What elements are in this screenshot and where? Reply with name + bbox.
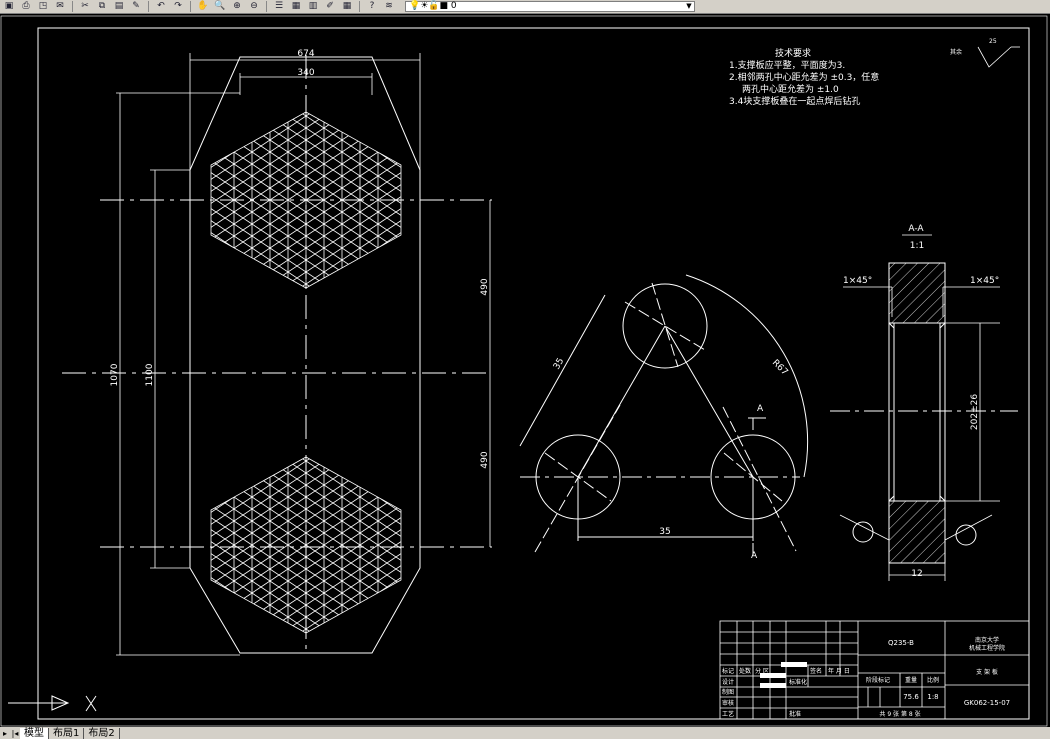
dim-height-outer: 1070 [110, 363, 120, 386]
tb-sheet: 共 9 张 第 8 张 [879, 710, 920, 718]
tb-school-2: 机械工程学院 [969, 644, 1005, 652]
tb-school-1: 南京大学 [975, 636, 999, 644]
tb-row-2: 制图 [722, 688, 734, 696]
zoom-realtime-icon[interactable]: 🔍 [213, 1, 227, 12]
tab-layout2[interactable]: 布局2 [84, 727, 120, 739]
toolbar-separator [190, 1, 191, 12]
tb-col-3: 签名 [810, 667, 822, 675]
properties-icon[interactable]: ☰ [272, 1, 286, 12]
zoom-window-icon[interactable]: ⊕ [230, 1, 244, 12]
toolbar-separator [72, 1, 73, 12]
help-icon[interactable]: ? [365, 1, 379, 12]
notes-line-1: 1.支撑板应平整，平面度为3. [729, 59, 845, 71]
tb-col-4: 年 月 日 [828, 667, 850, 675]
toolbar-separator [266, 1, 267, 12]
notes-line-2: 2.相邻两孔中心距允差为 ±0.3，任意 [729, 71, 879, 83]
tab-model[interactable]: 模型 [20, 727, 49, 739]
tb-row-4: 工艺 [722, 710, 734, 718]
notes-line-4: 3.4块支撑板叠在一起点焊后钻孔 [729, 95, 860, 107]
redo-icon[interactable]: ↷ [171, 1, 185, 12]
first-tab-icon[interactable]: ▸ [0, 729, 10, 738]
dim-width-outer: 674 [297, 49, 314, 59]
undo-icon[interactable]: ↶ [154, 1, 168, 12]
notes-line-3: 两孔中心距允差为 ±1.0 [742, 83, 839, 95]
preview-icon[interactable]: ◳ [36, 1, 50, 12]
dim-spacing-top: 490 [480, 278, 490, 295]
tb-row-3: 审核 [722, 699, 734, 707]
paste-icon[interactable]: ▤ [112, 1, 126, 12]
copy-icon[interactable]: ⧉ [95, 1, 109, 12]
dim-height-inner: 1100 [145, 363, 155, 386]
dim-spacing-bottom: 490 [480, 451, 490, 468]
notes-title: 技术要求 [775, 47, 811, 59]
drawing-canvas[interactable]: 674 340 1070 1100 490 490 35 35 R67 A A … [0, 15, 1050, 727]
markup-icon[interactable]: ✐ [323, 1, 337, 12]
tb-std-label: 标准化 [789, 678, 807, 686]
pan-icon[interactable]: ✋ [196, 1, 210, 12]
standard-toolbar: ▣ ⎙ ◳ ✉ ✂ ⧉ ▤ ✎ ↶ ↷ ✋ 🔍 ⊕ ⊖ ☰ ▦ ▥ ✐ ▦? ≋ 💡☀🔓■ 0 ▼ [0, 0, 1050, 14]
dim-tri-base: 35 [659, 527, 670, 537]
chamfer-left-label: 1×45° [843, 276, 872, 286]
toolbar-separator [148, 1, 149, 12]
save-icon[interactable]: ▣ [2, 1, 16, 12]
layout-tab-bar: ▸ |◂ 模型 布局1 布局2 [0, 727, 1050, 739]
designcenter-icon[interactable]: ▦ [289, 1, 303, 12]
tb-row-1: 设计 [722, 678, 734, 686]
layer-dropdown[interactable]: 💡☀🔓■ 0 ▼ [405, 1, 695, 12]
tb-material: Q235-B [888, 639, 914, 647]
dim-width-inner: 340 [297, 68, 314, 78]
roughness-prefix: 其余 [950, 48, 962, 56]
toolbar-separator [359, 1, 360, 12]
zoom-previous-icon[interactable]: ⊖ [247, 1, 261, 12]
layer-manager-icon[interactable]: ≋ [382, 1, 396, 12]
tb-part-name: 支 架 板 [976, 668, 998, 676]
tb-scale: 1:8 [927, 693, 938, 701]
publish-icon[interactable]: ✉ [53, 1, 67, 12]
calculator-icon[interactable]: ▦ [340, 1, 354, 12]
tb-col-1: 分 区 [755, 667, 769, 675]
tb-col-0: 处数 [739, 667, 751, 675]
toolpalettes-icon[interactable]: ▥ [306, 1, 320, 12]
matchprop-icon[interactable]: ✎ [129, 1, 143, 12]
chevron-down-icon[interactable]: ▼ [684, 1, 694, 12]
section-marker-bottom: A [751, 551, 758, 561]
tb-drawing-no: GK062-15-07 [964, 699, 1010, 707]
model-space-background [0, 15, 1050, 727]
tb-row-0: 标记 [722, 667, 734, 675]
tb-stage-label: 阶段标记 [866, 676, 890, 684]
layer-value: 💡☀🔓■ 0 [409, 1, 457, 11]
dim-thickness: 12 [911, 569, 922, 579]
tb-weight: 75.6 [903, 693, 919, 701]
tb-weight-label: 重量 [905, 676, 917, 684]
section-scale: 1:1 [910, 241, 924, 251]
prev-tab-icon[interactable]: |◂ [10, 729, 20, 738]
dim-diameter: 202±26 [970, 394, 980, 430]
print-icon[interactable]: ⎙ [19, 1, 33, 12]
roughness-value: 25 [989, 38, 997, 45]
tab-layout1[interactable]: 布局1 [49, 727, 85, 739]
section-title: A-A [908, 224, 924, 234]
tb-scale-label: 比例 [927, 676, 939, 684]
chamfer-right-label: 1×45° [970, 276, 999, 286]
cut-icon[interactable]: ✂ [78, 1, 92, 12]
tb-approve-label: 批准 [789, 710, 801, 718]
section-marker-top: A [757, 404, 764, 414]
